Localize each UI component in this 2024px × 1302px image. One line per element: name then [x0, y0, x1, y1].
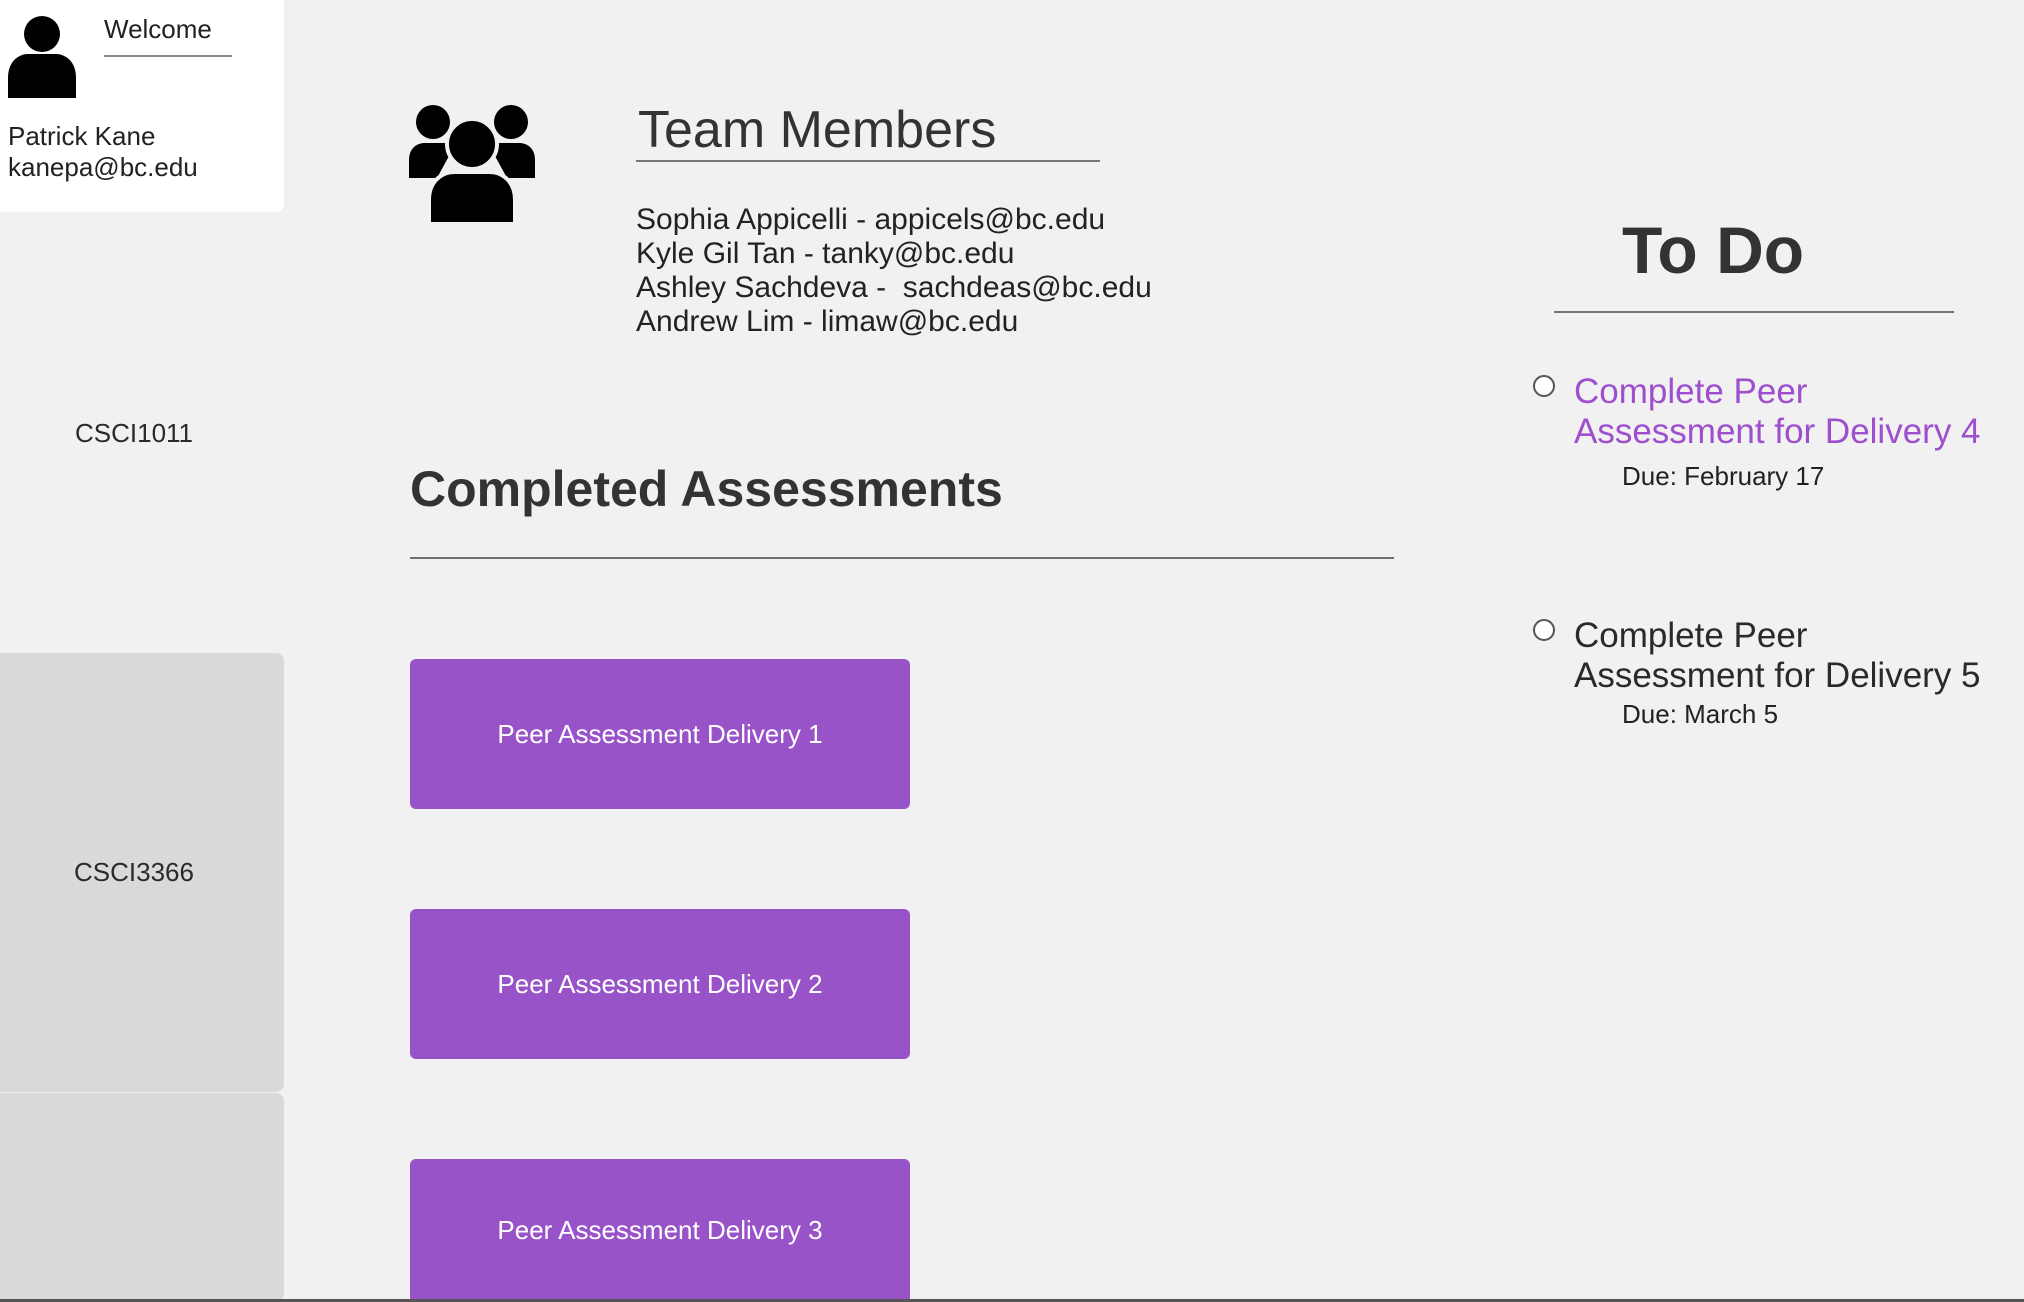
sidebar-item-csci1011[interactable]: CSCI1011 [0, 214, 284, 652]
team-divider [636, 160, 1100, 162]
welcome-label: Welcome [104, 14, 212, 44]
page: Welcome Patrick Kane kanepa@bc.edu CSCI1… [0, 0, 2024, 1302]
peer-assessment-delivery-3-button[interactable]: Peer Assessment Delivery 3 [410, 1159, 910, 1302]
user-icon [8, 16, 76, 98]
peer-assessment-delivery-2-button[interactable]: Peer Assessment Delivery 2 [410, 909, 910, 1059]
sidebar-item-label: CSCI3366 [74, 857, 194, 887]
todo-task[interactable]: Complete Peer Assessment for Delivery 5 [1574, 616, 1984, 696]
team-member-list: Sophia Appicelli - appicels@bc.edu Kyle … [636, 203, 1152, 339]
team-members-title: Team Members [638, 101, 997, 159]
todo-due-date: Due: February 17 [1622, 461, 1825, 491]
completed-assessments-title: Completed Assessments [410, 461, 1003, 517]
peer-assessment-delivery-1-button[interactable]: Peer Assessment Delivery 1 [410, 659, 910, 809]
welcome-divider [104, 55, 232, 57]
team-member: Kyle Gil Tan - tanky@bc.edu [636, 237, 1015, 270]
user-name: Patrick Kane [8, 121, 156, 151]
todo-title: To Do [1622, 213, 1805, 287]
todo-radio[interactable] [1533, 375, 1555, 397]
todo-due-date: Due: March 5 [1622, 699, 1779, 729]
sidebar: Welcome Patrick Kane kanepa@bc.edu CSCI1… [0, 0, 284, 1302]
team-member: Andrew Lim - limaw@bc.edu [636, 305, 1019, 338]
completed-divider [410, 557, 1394, 559]
todo-task-link[interactable]: Complete Peer Assessment for Delivery 4 [1574, 372, 1984, 452]
user-email: kanepa@bc.edu [8, 152, 198, 182]
profile-card: Welcome Patrick Kane kanepa@bc.edu [0, 0, 284, 212]
sidebar-item[interactable] [0, 1093, 284, 1302]
todo-divider [1554, 311, 1954, 313]
team-member: Sophia Appicelli - appicels@bc.edu [636, 203, 1106, 236]
team-member: Ashley Sachdeva - sachdeas@bc.edu [636, 271, 1152, 304]
sidebar-item-label: CSCI1011 [74, 417, 194, 448]
sidebar-item-csci3366[interactable]: CSCI3366 [0, 653, 284, 1092]
todo-radio[interactable] [1533, 619, 1555, 641]
team-icon [409, 105, 535, 224]
